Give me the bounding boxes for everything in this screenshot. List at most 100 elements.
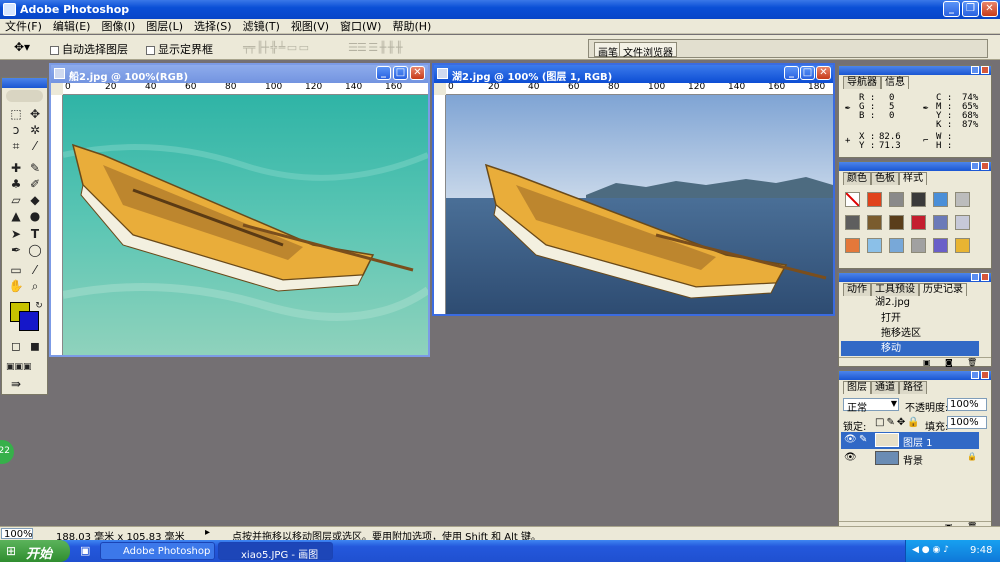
trash-icon[interactable]: 🗑 [967,358,977,367]
magic-wand-icon[interactable]: ✲ [27,122,43,138]
style-swatch[interactable] [911,192,926,207]
clone-stamp-icon[interactable]: ♣ [8,176,24,192]
doc2-canvas[interactable] [446,95,833,314]
move-tool-icon[interactable]: ✥ [27,106,43,122]
restore-button[interactable]: ❐ [962,1,979,17]
menu-layer[interactable]: 图层(L) [141,19,189,33]
align-icons[interactable]: ╤╤ ╟┼ ╬ ╧ ▭ ▭ [243,41,309,54]
eye-icon[interactable]: 👁 [844,434,857,445]
menu-help[interactable]: 帮助(H) [387,19,437,33]
menu-window[interactable]: 窗口(W) [335,19,387,33]
brush-tab[interactable]: 画笔 [594,42,622,59]
blend-mode-select[interactable]: 正常 ▼ [843,398,899,414]
menu-select[interactable]: 选择(S) [189,19,238,33]
quickmask-mode-icon[interactable]: ◼ [27,338,43,354]
style-swatch[interactable] [911,215,926,230]
minimize-button[interactable]: _ [943,1,960,17]
doc1-close-button[interactable]: ✕ [410,66,425,80]
type-tool-icon[interactable]: T [27,226,43,242]
eraser-tool-icon[interactable]: ▱ [8,192,24,208]
doc1-title-bar[interactable]: 船2.jpg @ 100%(RGB) _ □ ✕ [51,65,428,83]
layer-row-selected[interactable]: 👁 ✎ 图层 1 [841,432,979,449]
menu-image[interactable]: 图像(I) [96,19,141,33]
style-swatch[interactable] [845,238,860,253]
tab-color[interactable]: 颜色 [843,172,871,185]
doc2-close-button[interactable]: ✕ [816,66,831,80]
style-swatch[interactable] [889,238,904,253]
style-swatch[interactable] [845,215,860,230]
tab-paths[interactable]: 路径 [899,381,927,394]
style-swatch[interactable] [955,215,970,230]
new-document-icon[interactable]: ▣ [923,358,931,367]
doc1-minimize-button[interactable]: _ [376,66,391,80]
tab-actions[interactable]: 动作 [843,283,871,296]
history-item-selected[interactable]: 移动 [841,341,979,356]
doc2-minimize-button[interactable]: _ [784,66,799,80]
style-swatch[interactable] [955,192,970,207]
side-badge[interactable]: 22 [0,440,14,464]
style-swatch[interactable] [933,215,948,230]
opacity-field[interactable]: 100% [947,398,987,411]
brush-tool-icon[interactable]: ✎ [27,160,43,176]
eye-icon[interactable]: 👁 [844,452,857,463]
menu-view[interactable]: 视图(V) [286,19,335,33]
style-swatch[interactable] [867,192,882,207]
tab-history[interactable]: 历史记录 [919,283,967,296]
marquee-tool-icon[interactable]: ⬚ [8,106,24,122]
tab-navigator[interactable]: 导航器 [843,76,881,89]
eyedropper-icon[interactable]: ⁄ [27,262,43,278]
history-snapshot[interactable]: 湖2.jpg [841,297,979,309]
crop-tool-icon[interactable]: ⌗ [8,138,24,154]
style-swatch[interactable] [933,238,948,253]
pen-tool-icon[interactable]: ✒ [8,242,24,258]
adobe-logo-icon[interactable] [6,90,43,102]
show-bounds-checkbox[interactable]: 显示定界框 [146,41,213,57]
menu-file[interactable]: 文件(F) [0,19,48,33]
menu-edit[interactable]: 编辑(E) [48,19,97,33]
healing-brush-icon[interactable]: ✚ [8,160,24,176]
fill-field[interactable]: 100% [947,416,987,429]
taskbar-photoshop[interactable]: Adobe Photoshop [100,542,215,560]
history-brush-icon[interactable]: ✐ [27,176,43,192]
doc1-maximize-button[interactable]: □ [393,66,408,80]
jump-to-imageready-icon[interactable]: ⇛ [8,376,24,392]
tab-tool-presets[interactable]: 工具预设 [871,283,919,296]
tab-channels[interactable]: 通道 [871,381,899,394]
quicklaunch-icon[interactable]: ▣ [80,544,90,557]
tab-layers[interactable]: 图层 [843,381,871,394]
doc2-title-bar[interactable]: 湖2.jpg @ 100% (图层 1, RGB) _ □ ✕ [434,65,833,83]
tray-icons[interactable]: ◀ ● ◉ ♪ [912,545,949,555]
menu-filter[interactable]: 滤镜(T) [238,19,286,33]
style-swatch[interactable] [867,215,882,230]
background-color-swatch[interactable] [19,311,39,331]
style-swatch[interactable] [933,192,948,207]
style-swatch[interactable] [889,192,904,207]
distribute-icons[interactable]: ☰☰ ☰ ╫ ╫ ╫ [348,41,402,54]
close-button[interactable]: ✕ [981,1,998,17]
auto-select-checkbox[interactable]: 自动选择图层 [50,41,128,57]
tab-swatches[interactable]: 色板 [871,172,899,185]
tab-styles[interactable]: 样式 [899,172,927,185]
history-item[interactable]: 打开 [841,311,979,326]
notes-tool-icon[interactable]: ▭ [8,262,24,278]
doc2-maximize-button[interactable]: □ [800,66,815,80]
document-window-boat[interactable]: 船2.jpg @ 100%(RGB) _ □ ✕ 0 20 40 60 80 1… [49,63,430,357]
path-select-icon[interactable]: ➤ [8,226,24,242]
style-swatch[interactable] [889,215,904,230]
doc1-canvas[interactable] [63,95,428,355]
style-swatch[interactable] [867,238,882,253]
document-window-lake[interactable]: 湖2.jpg @ 100% (图层 1, RGB) _ □ ✕ 0 20 40 … [432,63,835,316]
standard-mode-icon[interactable]: ◻ [8,338,24,354]
brush-link-icon[interactable]: ✎ [859,434,867,445]
shape-tool-icon[interactable]: ◯ [27,242,43,258]
zoom-tool-icon[interactable]: ⌕ [27,278,43,294]
dodge-tool-icon[interactable]: ● [27,208,43,224]
style-swatch[interactable] [911,238,926,253]
lock-icons[interactable]: □✎✥🔒 [875,417,922,428]
snapshot-icon[interactable]: ◙ [945,358,953,367]
paint-bucket-icon[interactable]: ◆ [27,192,43,208]
screen-mode-icons[interactable]: ▣▣▣ [6,359,32,375]
blur-tool-icon[interactable]: ▲ [8,208,24,224]
layer-row[interactable]: 👁 背景 🔒 [841,450,979,467]
taskbar-paint[interactable]: xiao5.JPG - 画图 [218,542,333,561]
